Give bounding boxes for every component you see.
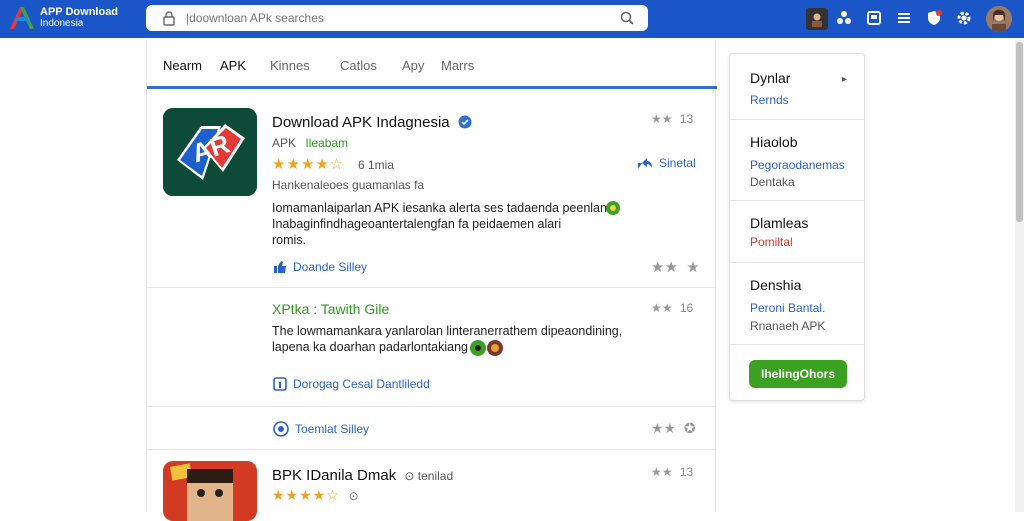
rating-side-value: 16 (679, 301, 694, 315)
search-button[interactable] (612, 8, 642, 28)
list-item[interactable]: BPK IDanila Dmak ⊙ tenilad ★★★★☆ ⊙ ★★ 13 (147, 451, 717, 521)
bookmark-stars-icon[interactable]: ★★ ★ (651, 258, 700, 276)
apps-grid-icon[interactable] (834, 8, 854, 28)
app-tags: Hankenaleoes guamanlas fa (272, 178, 425, 192)
rating-stars-icon[interactable]: ★★ ✪ (651, 420, 696, 437)
app-icon[interactable] (163, 461, 257, 521)
side-link[interactable]: Rernds (750, 93, 789, 107)
publisher-label: APK (272, 136, 297, 150)
app-title[interactable]: BPK IDanila Dmak ⊙ tenilad (272, 467, 453, 484)
download-action[interactable]: Doande Silley (273, 260, 367, 274)
side-panel: Dynlar Rernds ▸ Hiaolob Pegoraodanemas D… (729, 53, 865, 401)
description-line-1: The lowmamankara yanlarolan linteranerra… (272, 324, 623, 338)
tab-nearm[interactable]: Nearm (163, 58, 202, 73)
side-heading[interactable]: Hiaolob (750, 134, 797, 150)
side-link[interactable]: Peroni Bantal. (750, 301, 825, 315)
list-item[interactable]: XPtka : Tawith Gile The lowmamankara yan… (147, 289, 717, 407)
side-section[interactable]: Hiaolob Pegoraodanemas Dentaka (730, 120, 864, 201)
description-line-2: Inabaginfindhageoantertalengfan fa peida… (272, 217, 562, 231)
app-title[interactable]: XPtka : Tawith Gile (272, 301, 389, 317)
list-item[interactable]: Toemlat Silley ★★ ✪ (147, 408, 717, 450)
side-link[interactable]: Pomiltal (750, 235, 793, 249)
side-note: Dentaka (750, 175, 795, 189)
description-line-3: romis. (272, 233, 307, 247)
emoji-icon (469, 339, 505, 362)
tab-apy[interactable]: Apy (402, 58, 424, 73)
rating-side: ★★ 16 (651, 301, 693, 315)
tab-catlos[interactable]: Catlos (340, 58, 377, 73)
tab-underline (147, 86, 717, 89)
tab-marrs[interactable]: Marrs (441, 58, 474, 73)
share-button[interactable]: Sinetal (637, 156, 696, 170)
side-heading[interactable]: Denshia (750, 277, 801, 293)
lock-icon (163, 11, 175, 26)
logo-title: APP Download (40, 6, 119, 18)
category-link[interactable]: Ileabam (305, 136, 348, 150)
star-icons: ★★ (651, 465, 673, 479)
share-label: Sinetal (659, 156, 696, 170)
side-action-button[interactable]: IhelingOhors (749, 360, 847, 388)
main-content: Nearm APK Kinnes Catlos Apy Marrs AR Dow… (146, 40, 717, 521)
scrollbar-thumb[interactable] (1016, 42, 1023, 222)
download-action[interactable]: Dorogag Cesal Dantliledd (273, 377, 430, 391)
app-description: Iomamanlaiparlan APK iesanka alerta ses … (272, 200, 607, 248)
download-action[interactable]: Toemlat Silley (273, 421, 369, 437)
profile-thumbnail-icon[interactable] (806, 8, 828, 30)
rating-count: 6 1mia (358, 158, 395, 172)
app-title[interactable]: Download APK Indagnesia (272, 114, 472, 131)
download-action-label: Doande Silley (293, 260, 368, 274)
app-subtitle: tenilad (417, 469, 454, 483)
settings-gear-icon[interactable] (954, 8, 974, 28)
tab-apk[interactable]: APK (220, 58, 246, 73)
side-note: Rnanaeh APK (750, 319, 826, 333)
rating-stars: ★★★★☆ ⊙ (272, 487, 360, 503)
page-scrollbar[interactable] (1015, 40, 1024, 512)
side-link[interactable]: Pegoraodanemas (750, 158, 845, 172)
description-line-1: Iomamanlaiparlan APK iesanka alerta ses … (272, 201, 607, 215)
download-action-label: Dorogag Cesal Dantliledd (293, 377, 430, 391)
app-description: The lowmamankara yanlarolan linteranerra… (272, 323, 622, 355)
logo-subtitle: Indonesia (40, 18, 84, 29)
star-icons: ★★ (651, 112, 673, 126)
shield-notification-icon[interactable] (924, 8, 944, 28)
side-heading[interactable]: Dynlar (750, 70, 790, 86)
globe-icon (273, 421, 289, 437)
rating-side: ★★ 13 (651, 112, 693, 126)
user-avatar[interactable] (986, 6, 1012, 32)
publisher-line: APK Ileabam (272, 136, 348, 150)
download-action-label: Toemlat Silley (295, 422, 370, 436)
rating-side-value: 13 (679, 112, 694, 126)
emoji-icon (605, 200, 621, 221)
search-icon (620, 11, 634, 25)
notification-box-icon[interactable] (864, 8, 884, 28)
top-bar: APP Download Indonesia (0, 0, 1024, 38)
rating-stars: ★★★★☆ (272, 156, 345, 173)
side-heading[interactable]: Dlamleas (750, 215, 808, 231)
star-icons: ★★ (651, 301, 673, 315)
rating-side: ★★ 13 (651, 465, 693, 479)
app-logo-icon[interactable] (8, 5, 36, 31)
side-section[interactable]: Denshia Peroni Bantal. Rnanaeh APK (730, 263, 864, 345)
share-icon (638, 158, 652, 169)
app-icon[interactable]: AR (163, 108, 257, 196)
logo-text: APP Download Indonesia (40, 6, 118, 30)
side-section[interactable]: Dynlar Rernds ▸ (730, 54, 864, 120)
verified-icon (458, 115, 472, 129)
tab-kinnes[interactable]: Kinnes (270, 58, 310, 73)
category-tabs: Nearm APK Kinnes Catlos Apy Marrs (147, 40, 717, 89)
like-icon (274, 261, 286, 273)
side-section[interactable]: Dlamleas Pomiltal (730, 201, 864, 263)
menu-icon[interactable] (894, 8, 914, 28)
list-item[interactable]: AR Download APK Indagnesia APK Ileabam ★… (147, 90, 717, 288)
search-input[interactable] (186, 8, 606, 28)
search-bar[interactable] (146, 5, 648, 31)
rating-side-value: 13 (679, 465, 694, 479)
description-line-2: lapena ka doarhan padarlontakiang (272, 340, 468, 354)
chevron-right-icon[interactable]: ▸ (842, 74, 847, 85)
info-icon (273, 377, 287, 391)
